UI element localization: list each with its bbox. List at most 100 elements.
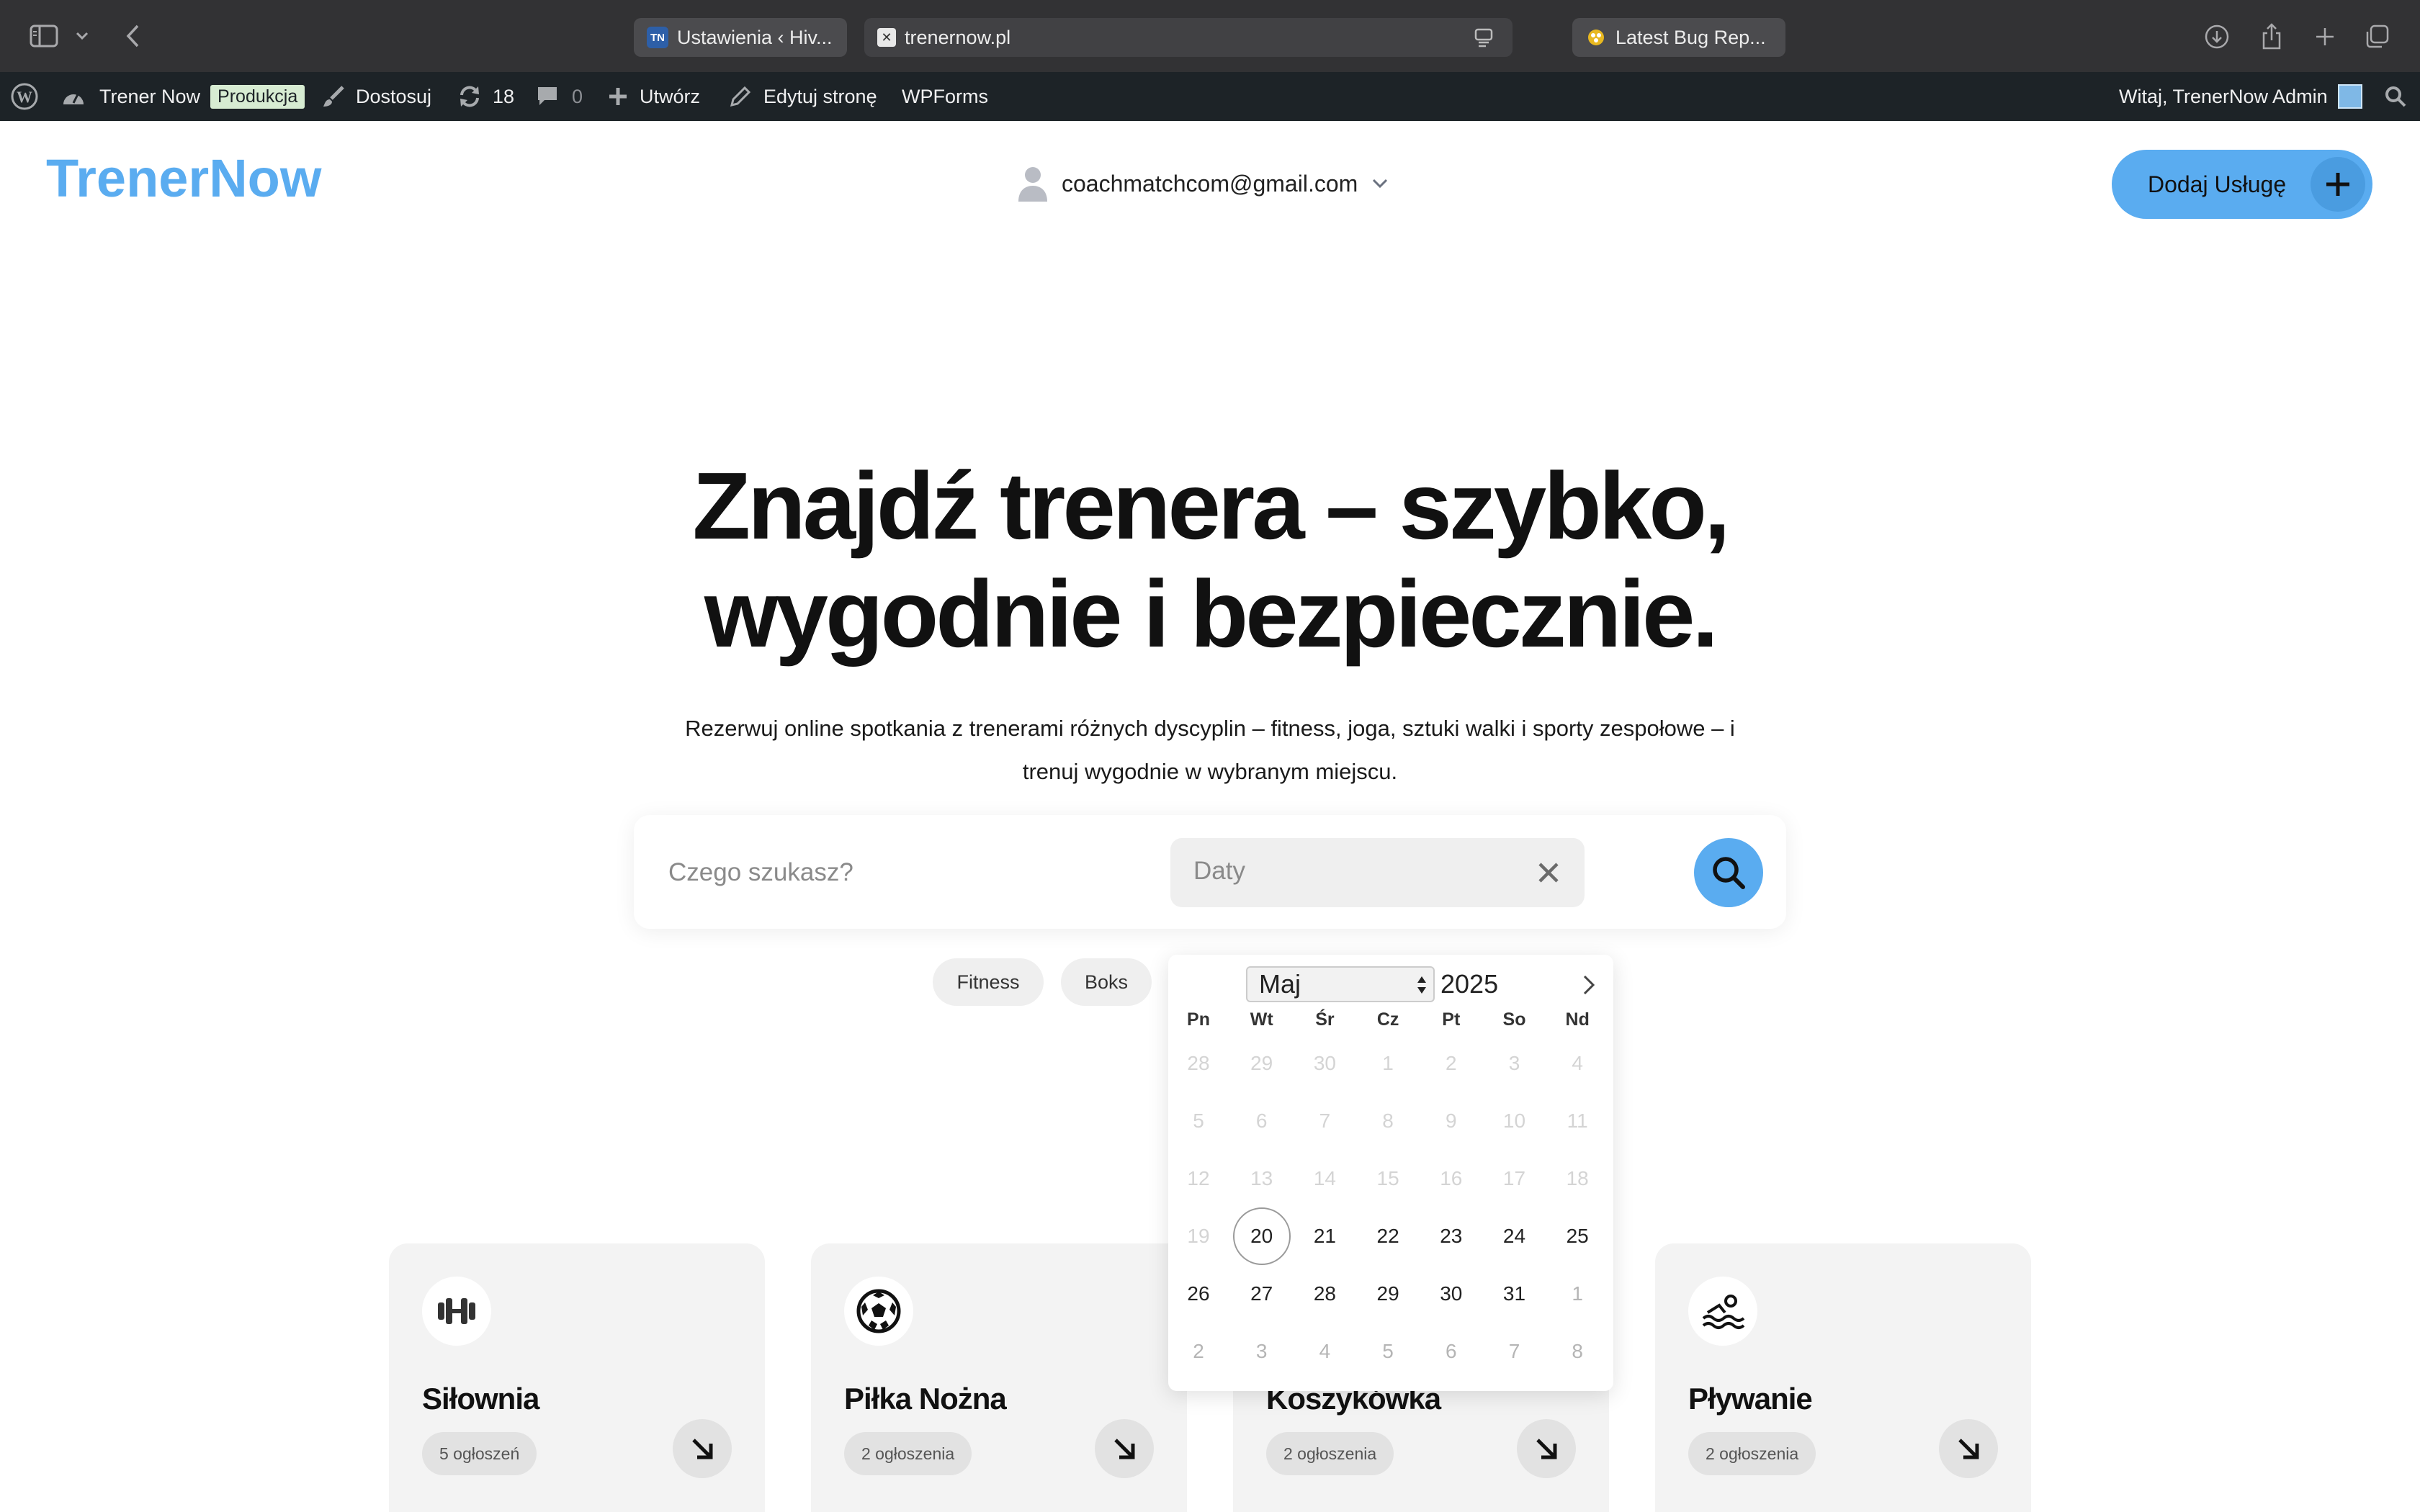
calendar-day[interactable]: 27 (1233, 1265, 1291, 1323)
close-tab-icon[interactable]: ✕ (877, 28, 896, 47)
calendar-day: 29 (1250, 1052, 1273, 1074)
calendar-day: 18 (1566, 1167, 1589, 1189)
weekday-header: So (1502, 1009, 1526, 1030)
new-tab-icon[interactable] (2311, 22, 2339, 51)
search-input[interactable] (668, 844, 1173, 901)
stepper-icon (1417, 976, 1426, 994)
calendar-day[interactable]: 26 (1170, 1265, 1227, 1323)
category-count: 2 ogłoszenia (1688, 1432, 1816, 1475)
hero-title: Znajdź trenera – szybko, wygodnie i bezp… (562, 452, 1858, 668)
arrow-down-right-icon[interactable] (673, 1419, 732, 1478)
admin-site-name[interactable]: Trener Now Produkcja (60, 72, 305, 121)
admin-comments[interactable]: 0 (536, 72, 583, 121)
add-service-button[interactable]: Dodaj Usługę (2112, 150, 2372, 219)
admin-search-icon[interactable] (2384, 72, 2407, 121)
share-icon[interactable] (2257, 20, 2286, 52)
category-card-silownia[interactable]: Siłownia 5 ogłoszeń (389, 1243, 765, 1512)
category-title: Siłownia (422, 1382, 539, 1416)
calendar-day[interactable]: 2 (1170, 1323, 1227, 1380)
calendar-day[interactable]: 3 (1233, 1323, 1291, 1380)
dashboard-icon (63, 94, 84, 104)
updates-count: 18 (493, 85, 515, 107)
calendar-day[interactable]: 25 (1549, 1207, 1606, 1265)
calendar-day: 14 (1313, 1167, 1336, 1189)
calendar-day[interactable]: 1 (1549, 1265, 1606, 1323)
chip-fitness[interactable]: Fitness (933, 958, 1044, 1006)
admin-edit-page[interactable]: Edytuj stronę (729, 72, 877, 121)
category-card-pilka-nozna[interactable]: Piłka Nożna 2 ogłoszenia (811, 1243, 1187, 1512)
calendar-day[interactable]: 23 (1422, 1207, 1480, 1265)
arrow-down-right-icon[interactable] (1939, 1419, 1998, 1478)
calendar-day[interactable]: 5 (1359, 1323, 1417, 1380)
admin-wpforms[interactable]: WPForms (902, 72, 988, 121)
calendar-day: 9 (1446, 1110, 1457, 1132)
user-email: coachmatchcom@gmail.com (1062, 170, 1358, 197)
hero-subtitle: Rezerwuj online spotkania z trenerami ró… (634, 707, 1786, 793)
dates-field[interactable]: Daty (1170, 838, 1585, 907)
calendar-day[interactable]: 24 (1486, 1207, 1543, 1265)
swimming-icon (1688, 1277, 1757, 1346)
user-menu[interactable]: coachmatchcom@gmail.com (1017, 162, 1389, 205)
category-count: 2 ogłoszenia (1266, 1432, 1394, 1475)
trenernow-favicon: TN (647, 27, 668, 48)
arrow-down-right-icon[interactable] (1095, 1419, 1154, 1478)
category-card-plywanie[interactable]: Pływanie 2 ogłoszenia (1655, 1243, 2031, 1512)
chevron-down-icon[interactable] (72, 27, 92, 45)
wordpress-logo-icon[interactable]: W (10, 72, 39, 121)
weekday-header: Wt (1250, 1009, 1273, 1030)
weekday-header: Cz (1376, 1009, 1399, 1030)
calendar-day[interactable]: 28 (1296, 1265, 1353, 1323)
tab-settings[interactable]: TN Ustawienia ‹ Hiv... (634, 18, 847, 57)
search-button[interactable] (1694, 838, 1763, 907)
calendar-day: 10 (1502, 1110, 1526, 1132)
tab-bug-reports[interactable]: Latest Bug Rep... (1572, 18, 1785, 57)
calendar-day[interactable]: 8 (1549, 1323, 1606, 1380)
month-select[interactable]: Maj (1246, 966, 1435, 1002)
pencil-icon (730, 86, 751, 107)
arrow-down-right-icon[interactable] (1517, 1419, 1576, 1478)
admin-new[interactable]: Utwórz (608, 72, 700, 121)
calendar-day[interactable]: 29 (1359, 1265, 1417, 1323)
next-month-icon[interactable] (1573, 969, 1605, 1001)
admin-customize[interactable]: Dostosuj (321, 72, 431, 121)
clear-dates-icon[interactable] (1533, 857, 1564, 888)
tab-overview-icon[interactable] (2362, 22, 2391, 51)
calendar-day[interactable]: 7 (1486, 1323, 1543, 1380)
user-icon (1017, 166, 1049, 202)
add-service-label: Dodaj Usługę (2148, 171, 2287, 197)
site-logo[interactable]: TrenerNow (46, 148, 321, 209)
calendar-day: 19 (1187, 1225, 1210, 1247)
admin-updates[interactable]: 18 (457, 72, 514, 121)
reader-icon[interactable] (1474, 27, 1495, 48)
wp-admin-bar: W Trener Now Produkcja Dostosuj 18 0 Utw… (0, 72, 2420, 121)
calendar-day: 11 (1567, 1110, 1588, 1132)
calendar-day[interactable]: 30 (1422, 1265, 1480, 1323)
tab-url: trenernow.pl (905, 26, 1011, 48)
calendar-day[interactable]: 31 (1486, 1265, 1543, 1323)
dates-placeholder: Daty (1193, 857, 1245, 885)
chip-boks[interactable]: Boks (1061, 958, 1152, 1006)
download-icon[interactable] (2202, 22, 2231, 51)
calendar-day[interactable]: 22 (1359, 1207, 1417, 1265)
calendar-day[interactable]: 21 (1296, 1207, 1353, 1265)
calendar-day: 30 (1313, 1052, 1336, 1074)
dumbbell-icon (422, 1277, 491, 1346)
calendar-day: 4 (1572, 1052, 1583, 1074)
calendar-day[interactable]: 6 (1422, 1323, 1480, 1380)
year-value[interactable]: 2025 (1440, 966, 1498, 1002)
search-bar: Daty (634, 815, 1786, 929)
hero-subtitle-line-2: trenuj wygodnie w wybranym miejscu. (1022, 759, 1398, 784)
admin-account[interactable]: Witaj, TrenerNow Admin (2119, 72, 2362, 121)
plus-icon (2311, 157, 2365, 212)
calendar-day[interactable]: 4 (1296, 1323, 1353, 1380)
tab-active-trenernow[interactable]: ✕ trenernow.pl (864, 18, 1512, 57)
tab-label: Latest Bug Rep... (1615, 26, 1766, 48)
month-value: Maj (1259, 969, 1301, 999)
calendar-day: 15 (1376, 1167, 1399, 1189)
sidebar-icon[interactable] (27, 23, 60, 49)
hero-title-line-2: wygodnie i bezpiecznie. (704, 561, 1718, 667)
calendar-day-today[interactable]: 20 (1232, 1207, 1291, 1265)
tab-label: Ustawienia ‹ Hiv... (677, 26, 833, 48)
svg-text:W: W (17, 88, 32, 106)
back-icon[interactable] (120, 22, 145, 50)
